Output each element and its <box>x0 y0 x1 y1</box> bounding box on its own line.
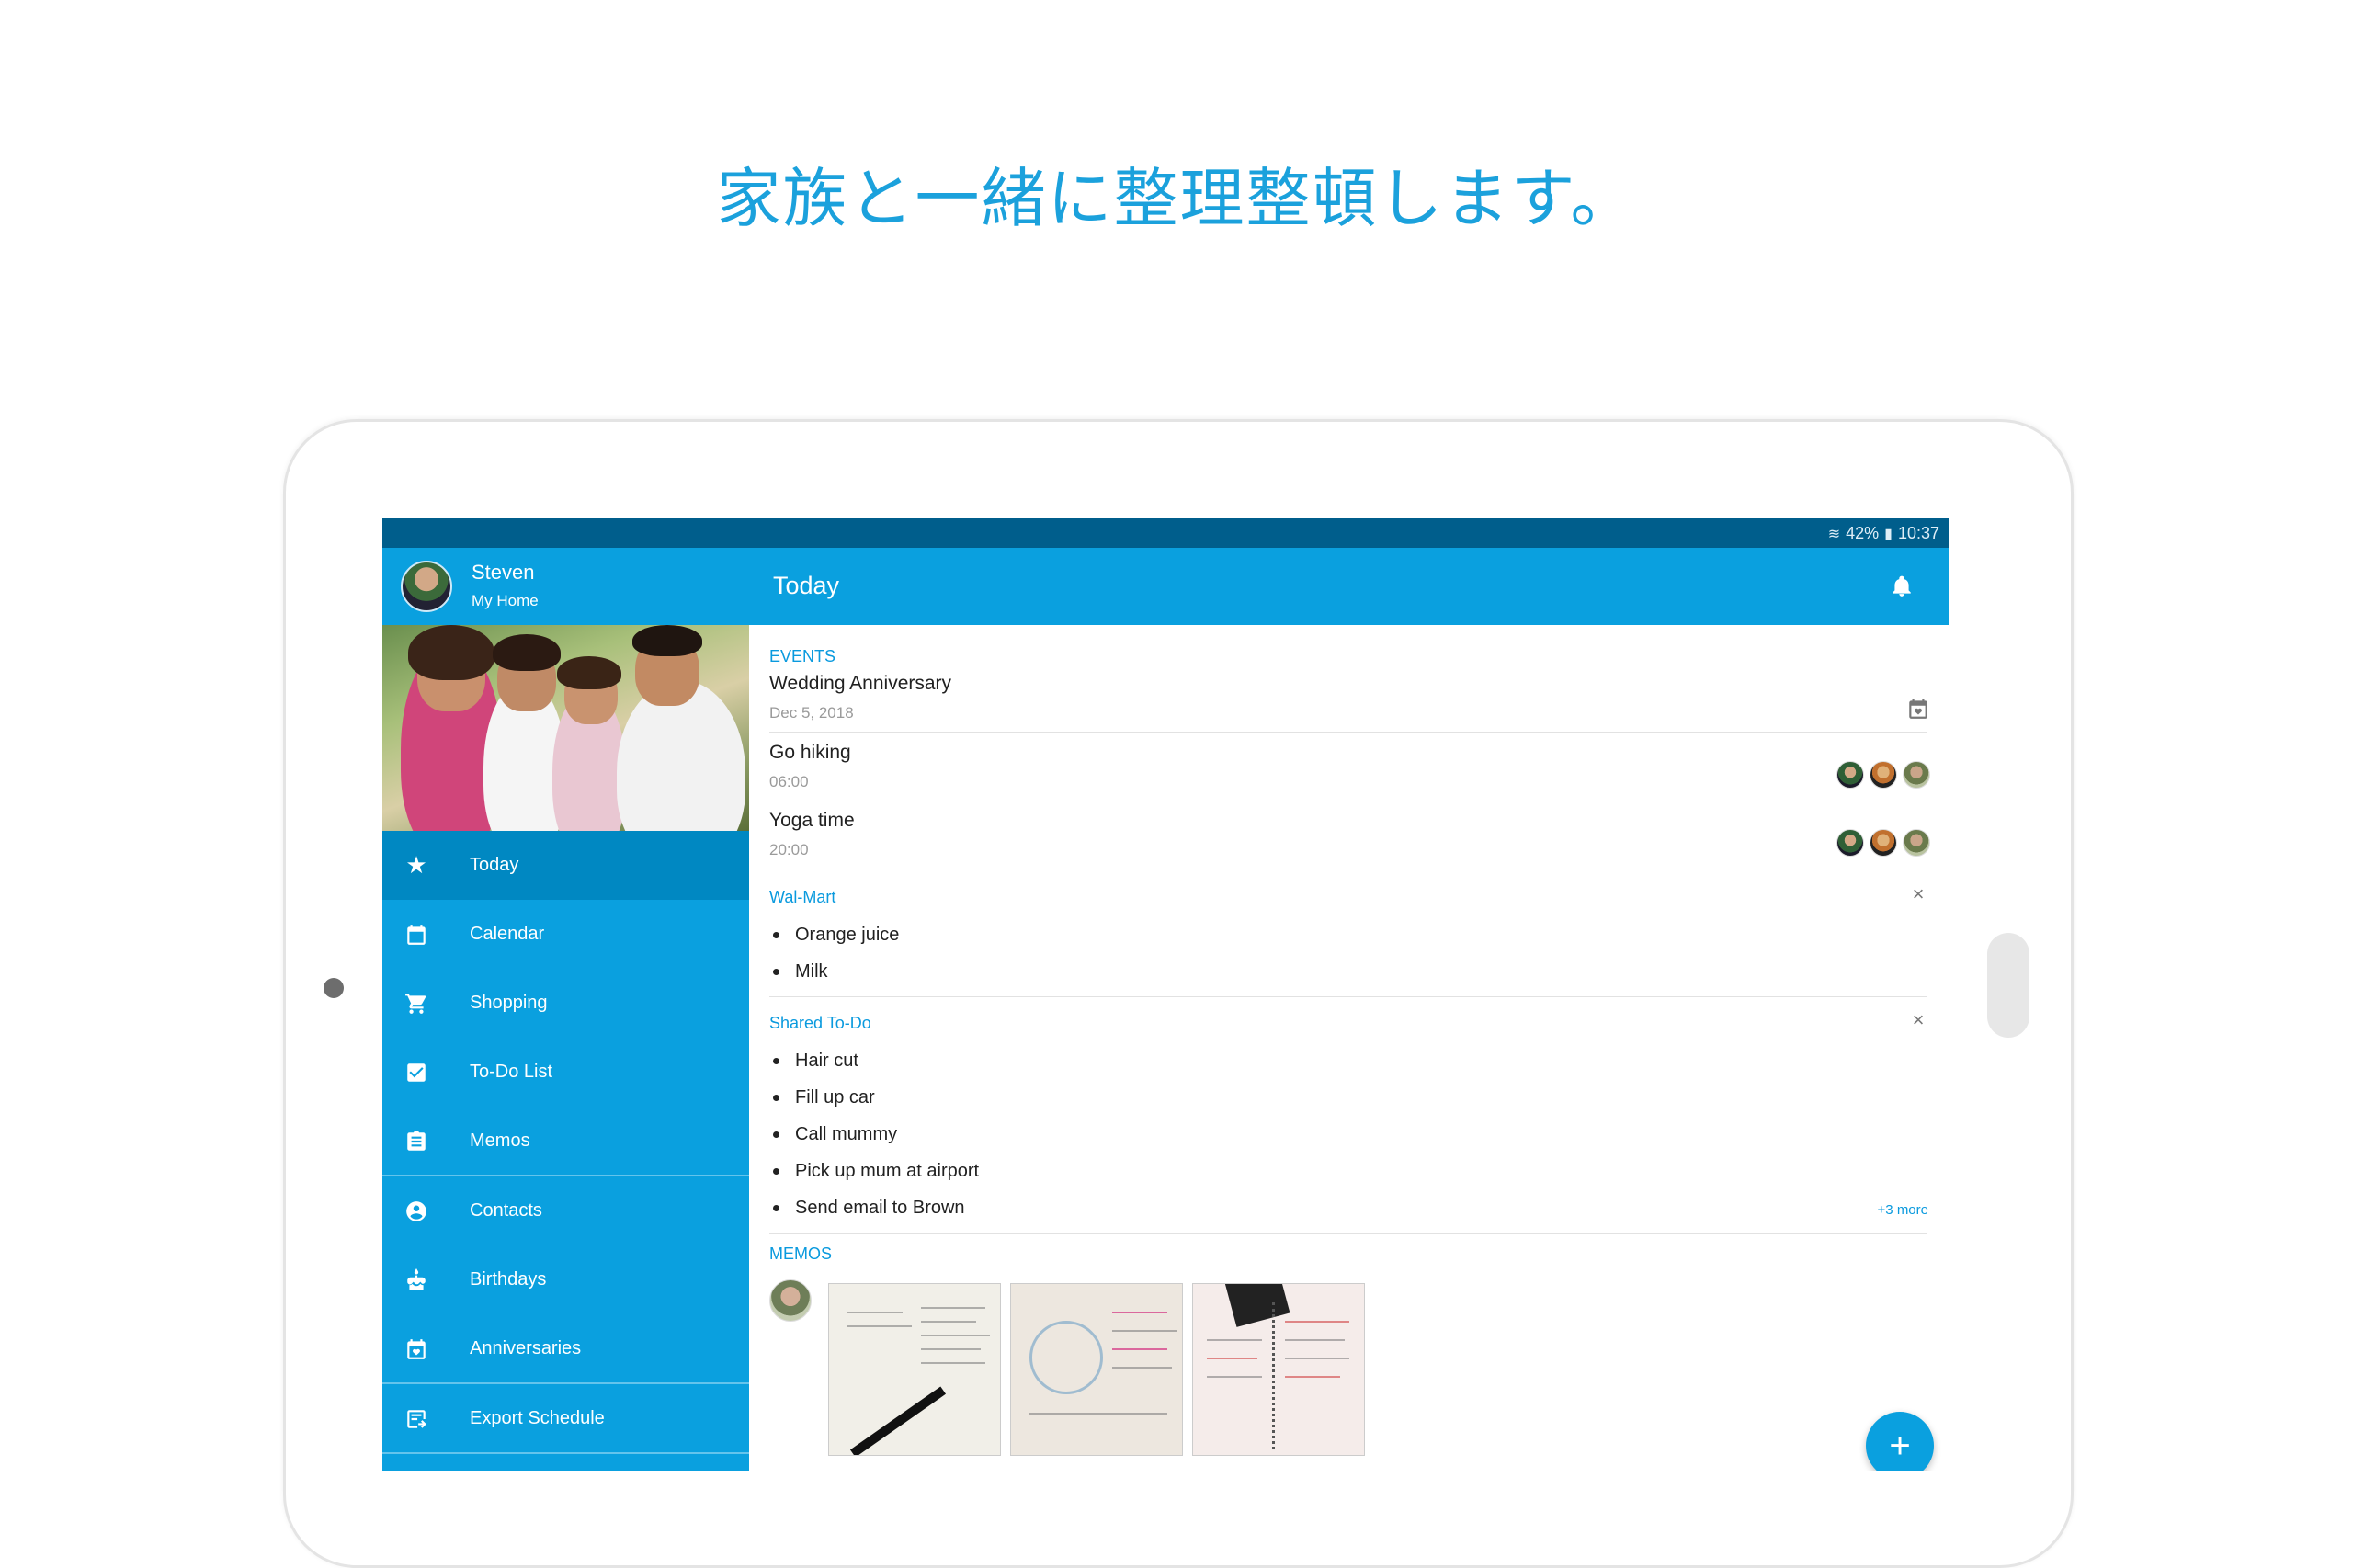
nav-item-calendar[interactable]: Calendar <box>382 900 749 969</box>
participant-avatars <box>1836 829 1930 857</box>
home-button[interactable] <box>1987 933 2029 1038</box>
calendar-heart-icon <box>403 1335 430 1363</box>
wifi-icon: ≋ <box>1827 526 1841 542</box>
nav-item-export[interactable]: Export Schedule <box>382 1384 749 1453</box>
drawer-header[interactable]: Steven My Home <box>382 548 749 625</box>
contact-icon <box>403 1198 430 1225</box>
list-item[interactable]: Milk <box>769 961 828 983</box>
list-item[interactable]: Orange juice <box>769 925 899 946</box>
avatar <box>1836 761 1864 789</box>
nav-item-memos[interactable]: Memos <box>382 1107 749 1176</box>
app-toolbar: Today <box>749 548 1949 625</box>
list-item[interactable]: Send email to Brown <box>769 1198 965 1219</box>
memo-thumbnail[interactable] <box>828 1283 1001 1456</box>
event-title: Go hiking <box>769 742 851 763</box>
nav-item-anniversaries[interactable]: Anniversaries <box>382 1314 749 1383</box>
nav-item-birthdays[interactable]: Birthdays <box>382 1245 749 1314</box>
clipboard-icon <box>403 1128 430 1155</box>
divider <box>769 732 1927 733</box>
nav-item-today[interactable]: ★ Today <box>382 831 749 900</box>
cake-icon <box>403 1267 430 1294</box>
add-button[interactable]: + <box>1866 1412 1934 1471</box>
avatar <box>1870 761 1897 789</box>
nav-divider <box>382 1452 749 1454</box>
divider <box>769 996 1927 997</box>
checkbox-icon <box>403 1059 430 1086</box>
memo-thumbnail[interactable] <box>1010 1283 1183 1456</box>
todo-list-title[interactable]: Shared To-Do <box>769 1014 871 1033</box>
memos-header: MEMOS <box>769 1244 833 1263</box>
headline: 家族と一緒に整理整頓します。 <box>716 161 1637 236</box>
participant-avatars <box>1836 761 1930 789</box>
avatar <box>1903 761 1930 789</box>
more-link[interactable]: +3 more <box>1878 1202 1928 1218</box>
bell-icon[interactable] <box>1890 574 1914 599</box>
memo-thumbnail[interactable] <box>1192 1283 1365 1456</box>
list-item[interactable]: Hair cut <box>769 1051 858 1072</box>
status-bar: ≋ 42% ▮ 10:37 <box>382 518 1949 548</box>
nav-drawer: ★ Today Calendar Shopping To-Do List Mem… <box>382 831 749 1471</box>
calendar-icon <box>403 921 430 949</box>
clock: 10:37 <box>1897 524 1939 542</box>
star-icon: ★ <box>405 851 427 879</box>
list-item[interactable]: Fill up car <box>769 1087 875 1108</box>
event-date: Dec 5, 2018 <box>769 704 854 722</box>
today-content: EVENTS Wedding Anniversary Dec 5, 2018 G… <box>749 625 1949 1471</box>
anniversary-calendar-icon <box>1909 699 1927 719</box>
avatar[interactable] <box>401 561 452 612</box>
battery-level: 42% <box>1846 524 1880 542</box>
avatar <box>1903 829 1930 857</box>
events-header: EVENTS <box>769 647 836 665</box>
camera-dot <box>324 978 344 998</box>
app-screen: ≋ 42% ▮ 10:37 Steven My Home Today ★ Tod… <box>382 518 1949 1471</box>
user-name: Steven <box>472 561 535 584</box>
home-name: My Home <box>472 592 539 609</box>
event-title: Yoga time <box>769 810 855 831</box>
list-item[interactable]: Call mummy <box>769 1124 897 1145</box>
nav-item-contacts[interactable]: Contacts <box>382 1176 749 1245</box>
battery-icon: ▮ <box>1884 526 1893 542</box>
family-photo <box>382 625 749 831</box>
close-icon[interactable]: × <box>1908 1008 1928 1032</box>
event-time: 20:00 <box>769 841 809 858</box>
close-icon[interactable]: × <box>1908 882 1928 906</box>
shopping-list-title[interactable]: Wal-Mart <box>769 888 835 907</box>
list-item[interactable]: Pick up mum at airport <box>769 1161 979 1182</box>
export-icon <box>403 1405 430 1433</box>
divider <box>769 1233 1927 1234</box>
event-time: 06:00 <box>769 773 809 790</box>
cart-icon <box>403 990 430 1017</box>
event-title: Wedding Anniversary <box>769 673 952 694</box>
page-title: Today <box>773 572 840 599</box>
avatar <box>1836 829 1864 857</box>
nav-item-todo[interactable]: To-Do List <box>382 1038 749 1107</box>
nav-item-shopping[interactable]: Shopping <box>382 969 749 1038</box>
avatar <box>769 1279 812 1322</box>
avatar <box>1870 829 1897 857</box>
